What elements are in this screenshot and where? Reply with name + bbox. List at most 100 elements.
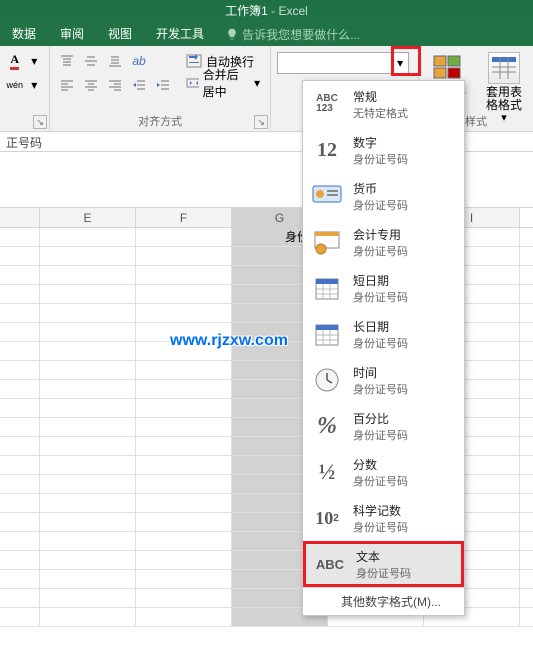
align-middle-button[interactable]: [80, 50, 102, 72]
increase-indent-button[interactable]: [152, 74, 174, 96]
cell[interactable]: [40, 361, 136, 379]
cell[interactable]: [40, 247, 136, 265]
cell[interactable]: [40, 456, 136, 474]
cell[interactable]: [40, 304, 136, 322]
tell-me[interactable]: 告诉我您想要做什么...: [216, 22, 360, 46]
cell[interactable]: [136, 532, 232, 550]
pinyin-button[interactable]: wén: [6, 74, 24, 96]
cell[interactable]: [40, 475, 136, 493]
cell[interactable]: [136, 304, 232, 322]
font-color-button[interactable]: A: [6, 50, 24, 72]
format-long-date[interactable]: 长日期身份证号码: [303, 311, 464, 357]
group-launcher-icon[interactable]: ↘: [33, 115, 47, 129]
general-icon: ABC123: [311, 88, 343, 120]
chevron-down-icon[interactable]: ▾: [26, 50, 44, 72]
format-number[interactable]: 12数字身份证号码: [303, 127, 464, 173]
cell[interactable]: [136, 437, 232, 455]
format-text[interactable]: ABC文本身份证号码: [303, 541, 464, 587]
alignment-group: ab 自动换行 合并后居中 ▾ 对齐方式 ↘: [50, 46, 271, 131]
tab-developer[interactable]: 开发工具: [144, 22, 216, 46]
shortdate-icon: [311, 272, 343, 304]
currency-icon: [311, 180, 343, 212]
number-icon: 12: [311, 134, 343, 166]
percent-icon: %: [311, 410, 343, 442]
cell[interactable]: [136, 608, 232, 626]
cell[interactable]: [136, 570, 232, 588]
align-center-button[interactable]: [80, 74, 102, 96]
format-time[interactable]: 时间身份证号码: [303, 357, 464, 403]
group-launcher-icon[interactable]: ↘: [254, 115, 268, 129]
cell[interactable]: [40, 532, 136, 550]
cell[interactable]: [40, 285, 136, 303]
orientation-button[interactable]: ab: [128, 50, 150, 72]
ribbon-tabs: 数据 审阅 视图 开发工具 告诉我您想要做什么...: [0, 22, 533, 46]
group-label: 对齐方式: [50, 113, 270, 129]
align-top-button[interactable]: [56, 50, 78, 72]
merge-center-button[interactable]: 合并后居中 ▾: [182, 72, 264, 94]
format-fraction[interactable]: ½分数身份证号码: [303, 449, 464, 495]
cell[interactable]: [40, 380, 136, 398]
cell[interactable]: [136, 361, 232, 379]
cell[interactable]: [136, 323, 232, 341]
cell[interactable]: [40, 323, 136, 341]
format-short-date[interactable]: 短日期身份证号码: [303, 265, 464, 311]
title-bar: 工作簿1 - Excel: [0, 0, 533, 22]
chevron-down-icon[interactable]: ▾: [391, 52, 409, 74]
longdate-icon: [311, 318, 343, 350]
cell[interactable]: [136, 380, 232, 398]
cell[interactable]: [40, 418, 136, 436]
col-header-f[interactable]: F: [136, 208, 232, 227]
cell[interactable]: [136, 285, 232, 303]
cell[interactable]: [40, 437, 136, 455]
cell[interactable]: [40, 266, 136, 284]
cell[interactable]: [40, 399, 136, 417]
merge-icon: [186, 75, 199, 91]
align-right-button[interactable]: [104, 74, 126, 96]
format-accounting[interactable]: 会计专用身份证号码: [303, 219, 464, 265]
format-currency[interactable]: 货币身份证号码: [303, 173, 464, 219]
bulb-icon: [226, 28, 238, 40]
tab-view[interactable]: 视图: [96, 22, 144, 46]
tab-review[interactable]: 审阅: [48, 22, 96, 46]
cell[interactable]: [40, 589, 136, 607]
wrap-text-icon: [186, 53, 202, 69]
cell[interactable]: [40, 570, 136, 588]
font-group-partial: A▾ wén▾ ↘: [0, 46, 50, 131]
format-percentage[interactable]: %百分比身份证号码: [303, 403, 464, 449]
scientific-icon: 102: [311, 502, 343, 534]
col-header-e[interactable]: E: [40, 208, 136, 227]
doc-title: 工作簿1: [225, 4, 268, 18]
cell[interactable]: [40, 513, 136, 531]
align-left-button[interactable]: [56, 74, 78, 96]
cell[interactable]: [136, 494, 232, 512]
cell[interactable]: [136, 418, 232, 436]
align-bottom-button[interactable]: [104, 50, 126, 72]
cell[interactable]: [136, 456, 232, 474]
tab-data[interactable]: 数据: [0, 22, 48, 46]
cell[interactable]: [136, 551, 232, 569]
cell[interactable]: [40, 551, 136, 569]
more-number-formats[interactable]: 其他数字格式(M)...: [303, 587, 464, 615]
cell[interactable]: [40, 342, 136, 360]
col-header[interactable]: [0, 208, 40, 227]
cell[interactable]: [136, 266, 232, 284]
cell[interactable]: [136, 513, 232, 531]
fraction-icon: ½: [311, 456, 343, 488]
cell[interactable]: [40, 494, 136, 512]
cell[interactable]: [136, 399, 232, 417]
format-general[interactable]: ABC123常规无特定格式: [303, 81, 464, 127]
app-name: Excel: [279, 4, 308, 18]
cell[interactable]: [136, 247, 232, 265]
text-icon: ABC: [314, 548, 346, 580]
cell[interactable]: [136, 475, 232, 493]
number-format-dropdown: ABC123常规无特定格式 12数字身份证号码 货币身份证号码 会计专用身份证号…: [302, 80, 465, 616]
number-format-select[interactable]: ▾: [277, 52, 409, 74]
chevron-down-icon[interactable]: ▾: [26, 74, 44, 96]
decrease-indent-button[interactable]: [128, 74, 150, 96]
cell[interactable]: [136, 589, 232, 607]
time-icon: [311, 364, 343, 396]
cell[interactable]: [136, 342, 232, 360]
format-scientific[interactable]: 102科学记数身份证号码: [303, 495, 464, 541]
cell[interactable]: [40, 608, 136, 626]
accounting-icon: [311, 226, 343, 258]
